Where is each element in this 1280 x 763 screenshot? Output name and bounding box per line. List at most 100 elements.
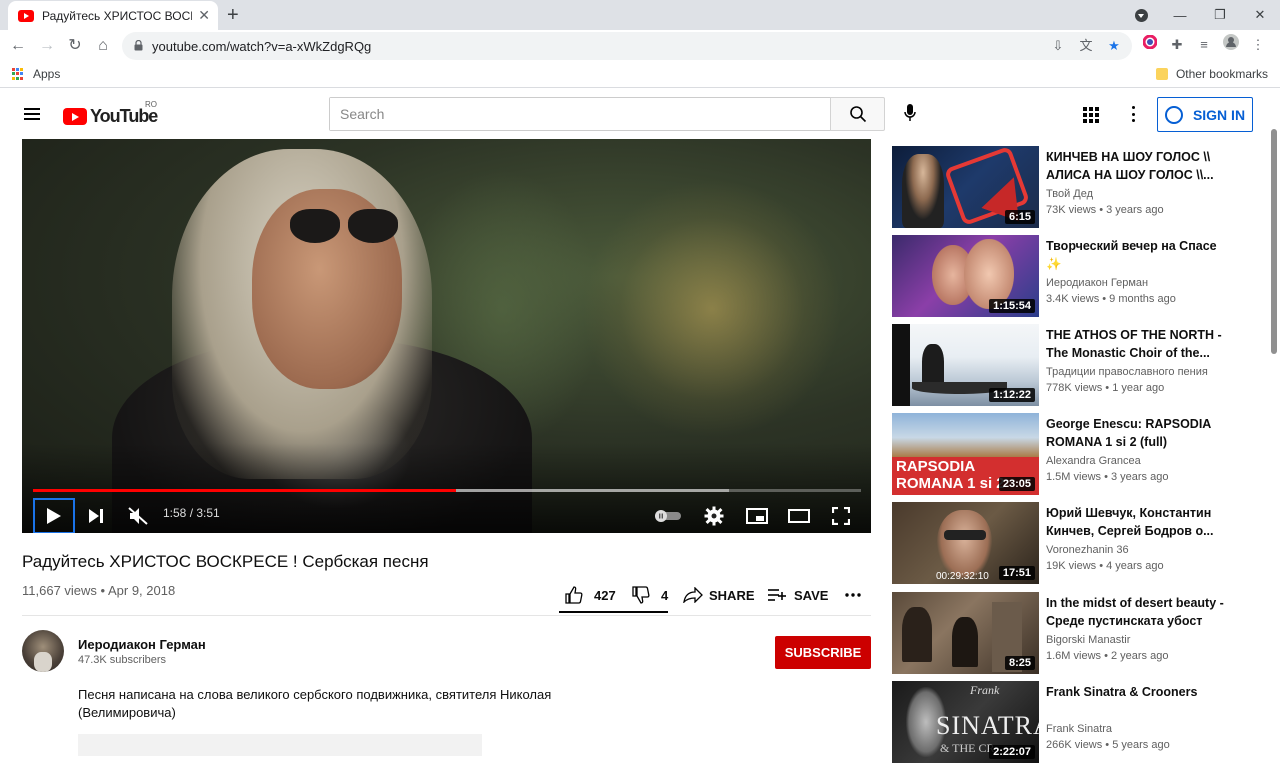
sentiment-bar (559, 611, 668, 613)
maximize-icon[interactable]: ❐ (1200, 7, 1240, 23)
recommended-video[interactable]: 00:29:32:10 17:51 Юрий Шевчук, Константи… (892, 502, 1232, 584)
search-button[interactable] (830, 97, 885, 131)
share-button[interactable]: SHARE (683, 584, 755, 606)
video-title[interactable]: In the midst of desert beauty - Среде пу… (1046, 594, 1226, 630)
thumbs-up-icon (565, 586, 583, 604)
video-meta: 1.6M views • 2 years ago (1046, 650, 1169, 662)
like-button[interactable]: 427 (565, 584, 616, 606)
back-icon[interactable]: ← (8, 36, 28, 56)
video-title[interactable]: Frank Sinatra & Crooners (1046, 683, 1226, 701)
window-controls: — ❐ ✕ (1160, 0, 1280, 30)
extensions-puzzle-icon[interactable]: ✚ (1167, 34, 1187, 56)
play-button[interactable] (33, 498, 75, 533)
channel-name[interactable]: Alexandra Grancea (1046, 455, 1141, 467)
home-icon[interactable]: ⌂ (93, 36, 113, 56)
video-thumbnail[interactable]: 00:29:32:10 17:51 (892, 502, 1039, 584)
tab-search-icon[interactable] (1135, 9, 1148, 22)
scrollbar-thumb[interactable] (1271, 129, 1277, 354)
youtube-masthead: YouTube RO SIGN IN (0, 89, 1268, 139)
new-tab-icon[interactable]: + (227, 4, 239, 27)
theater-icon (788, 509, 810, 523)
recommended-video[interactable]: 1:12:22 THE ATHOS OF THE NORTH - The Mon… (892, 324, 1232, 406)
subscribe-button[interactable]: SUBSCRIBE (775, 636, 871, 669)
video-duration: 6:15 (1004, 210, 1035, 224)
voice-search-button[interactable] (898, 101, 922, 125)
share-label: SHARE (709, 587, 755, 603)
theater-mode-button[interactable] (786, 498, 812, 533)
video-thumbnail[interactable]: 1:15:54 (892, 235, 1039, 317)
fullscreen-button[interactable] (828, 498, 854, 533)
autoplay-toggle[interactable] (652, 498, 684, 533)
translate-icon[interactable]: 文 (1076, 36, 1096, 56)
media-queue-icon[interactable]: ≡ (1194, 34, 1214, 56)
recommended-video[interactable]: RAPSODIA ROMANA 1 si 2 23:05 George Enes… (892, 413, 1232, 495)
apps-bookmark[interactable]: Apps (12, 67, 60, 81)
autoplay-toggle-icon (655, 510, 681, 522)
folder-icon (1155, 68, 1168, 80)
video-thumbnail[interactable]: 6:15 (892, 146, 1039, 228)
video-thumbnail[interactable]: 8:25 (892, 592, 1039, 674)
video-meta: 1.5M views • 3 years ago (1046, 471, 1169, 483)
video-thumbnail[interactable]: RAPSODIA ROMANA 1 si 2 23:05 (892, 413, 1039, 495)
address-bar[interactable]: youtube.com/watch?v=a-xWkZdgRQg ⇩ 文 ★ (122, 32, 1132, 60)
next-button[interactable] (84, 498, 108, 533)
install-icon[interactable]: ⇩ (1048, 36, 1068, 56)
sign-in-button[interactable]: SIGN IN (1157, 97, 1253, 132)
save-button[interactable]: SAVE (767, 584, 828, 606)
page-scrollbar[interactable] (1268, 89, 1280, 756)
channel-name[interactable]: Frank Sinatra (1046, 723, 1112, 735)
video-title[interactable]: Творческий вечер на Спасе ✨ (1046, 237, 1226, 273)
settings-button[interactable] (702, 498, 726, 533)
youtube-logo[interactable]: YouTube RO (63, 100, 158, 127)
browser-tab[interactable]: Радуйтесь ХРИСТОС ВОСКРЕСЕ ✕ (8, 1, 218, 30)
recommended-video[interactable]: Frank SINATRA & THE CR 2:22:07 Frank Sin… (892, 681, 1232, 763)
search-input[interactable] (330, 98, 830, 130)
video-title[interactable]: George Enescu: RAPSODIA ROMANA 1 si 2 (f… (1046, 415, 1226, 451)
video-meta: 266K views • 5 years ago (1046, 739, 1170, 751)
add-to-playlist-icon (768, 589, 786, 601)
recommended-video[interactable]: 8:25 In the midst of desert beauty - Сре… (892, 592, 1232, 674)
video-duration: 1:15:54 (989, 299, 1035, 313)
channel-name[interactable]: Voronezhanin 36 (1046, 544, 1129, 556)
channel-name[interactable]: Твой Дед (1046, 188, 1093, 200)
extension-color-icon[interactable] (1140, 34, 1160, 56)
fullscreen-icon (832, 507, 850, 525)
channel-name[interactable]: Традиции православного пения (1046, 366, 1208, 378)
progress-bar[interactable] (33, 489, 861, 492)
channel-name[interactable]: Иеродиакон Герман (78, 637, 206, 652)
other-bookmarks[interactable]: Other bookmarks (1155, 67, 1268, 81)
browser-menu-icon[interactable]: ⋮ (1248, 34, 1268, 56)
close-tab-icon[interactable]: ✕ (198, 7, 210, 24)
microphone-icon (904, 104, 916, 121)
video-title[interactable]: THE ATHOS OF THE NORTH - The Monastic Ch… (1046, 326, 1226, 362)
miniplayer-button[interactable] (744, 498, 770, 533)
channel-name[interactable]: Иеродиакон Герман (1046, 277, 1148, 289)
channel-avatar[interactable] (22, 630, 64, 672)
channel-name[interactable]: Bigorski Manastir (1046, 634, 1130, 646)
description-line: Песня написана на слова великого сербско… (78, 687, 552, 702)
dislike-button[interactable]: 4 (632, 584, 668, 606)
minimize-icon[interactable]: — (1160, 8, 1200, 23)
recommended-video[interactable]: 1:15:54 Творческий вечер на Спасе ✨ Иеро… (892, 235, 1232, 317)
video-player[interactable]: 1:58 / 3:51 (22, 139, 871, 533)
menu-icon[interactable] (24, 108, 40, 120)
more-actions-button[interactable] (845, 584, 861, 606)
close-window-icon[interactable]: ✕ (1240, 7, 1280, 23)
profile-avatar-icon[interactable] (1221, 34, 1241, 56)
search-box (329, 97, 830, 131)
youtube-apps-icon[interactable] (1083, 107, 1099, 123)
video-title[interactable]: КИНЧЕВ НА ШОУ ГОЛОС \\ АЛИСА НА ШОУ ГОЛО… (1046, 148, 1226, 184)
reload-icon[interactable]: ↻ (65, 36, 85, 56)
bookmark-star-icon[interactable]: ★ (1104, 36, 1124, 56)
video-duration: 1:12:22 (989, 388, 1035, 402)
forward-icon[interactable]: → (37, 36, 57, 56)
video-thumbnail[interactable]: Frank SINATRA & THE CR 2:22:07 (892, 681, 1039, 763)
mute-button[interactable] (126, 498, 150, 533)
video-thumbnail[interactable]: 1:12:22 (892, 324, 1039, 406)
video-title[interactable]: Юрий Шевчук, Константин Кинчев, Сергей Б… (1046, 504, 1226, 540)
settings-more-icon[interactable] (1130, 106, 1136, 122)
video-meta: 19K views • 4 years ago (1046, 560, 1164, 572)
video-meta: 73K views • 3 years ago (1046, 204, 1164, 216)
recommended-video[interactable]: 6:15 КИНЧЕВ НА ШОУ ГОЛОС \\ АЛИСА НА ШОУ… (892, 146, 1232, 228)
url-text: youtube.com/watch?v=a-xWkZdgRQg (152, 39, 372, 54)
